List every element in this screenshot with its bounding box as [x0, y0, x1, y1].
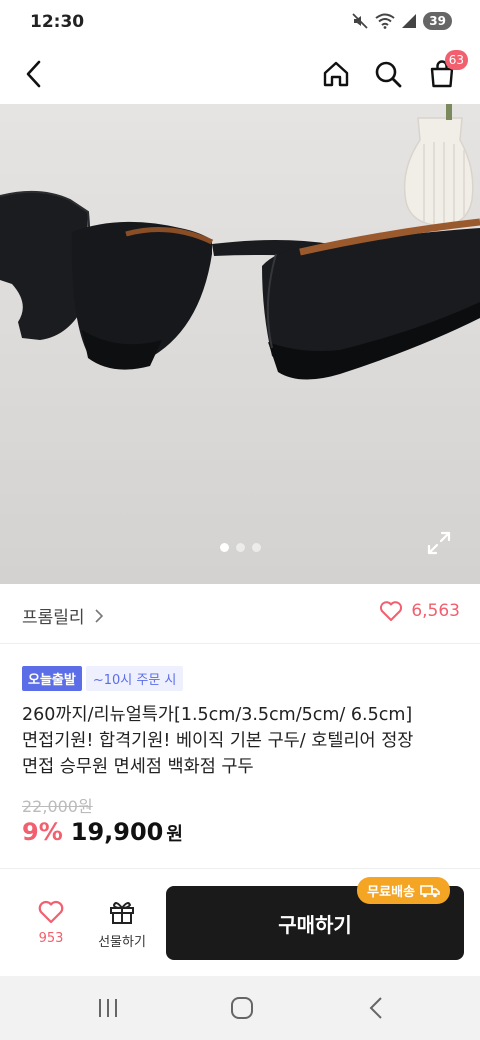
back-arrow-icon: [26, 60, 41, 88]
system-nav-bar: [0, 976, 480, 1040]
pagination-dot[interactable]: [251, 543, 261, 552]
wishlist-count: 953: [38, 931, 64, 946]
signal-icon: [402, 14, 417, 28]
product-title: 260까지/리뉴얼특가[1.5cm/3.5cm/5cm/ 6.5cm] 면접기원…: [22, 702, 462, 780]
back-nav-icon: [369, 997, 382, 1019]
chevron-right-icon: [94, 608, 103, 623]
today-dispatch-badge: 오늘출발: [22, 666, 82, 691]
bottom-action-bar: 953 선물하기 구매하기 무료배송: [0, 868, 480, 976]
cart-button[interactable]: 63: [422, 50, 468, 94]
order-cutoff-badge: ~10시 주문 시: [85, 666, 184, 691]
battery-badge: 39: [423, 12, 452, 30]
mute-icon: [352, 13, 368, 29]
home-nav-button[interactable]: [226, 994, 258, 1022]
back-button[interactable]: [14, 54, 54, 94]
pagination-dot[interactable]: [235, 543, 245, 552]
free-shipping-badge: 무료배송: [357, 877, 450, 904]
status-bar: 12:30 39: [0, 0, 480, 46]
free-shipping-label: 무료배송: [367, 885, 415, 900]
original-price: 22,000원: [22, 797, 93, 816]
pagination-dot-active[interactable]: [219, 543, 229, 552]
status-time: 12:30: [30, 12, 85, 32]
seller-name: 프롬릴리: [22, 608, 85, 628]
header: 63: [0, 46, 480, 104]
truck-icon: [420, 884, 440, 897]
back-nav-button[interactable]: [360, 994, 392, 1022]
home-button[interactable]: [316, 54, 356, 94]
sale-price: 19,900: [70, 818, 164, 846]
heart-outline-icon: [38, 900, 64, 924]
wifi-icon: [375, 13, 395, 29]
seller-link[interactable]: 프롬릴리: [22, 603, 103, 628]
product-title-line: 260까지/리뉴얼특가[1.5cm/3.5cm/5cm/ 6.5cm]: [22, 705, 413, 725]
heart-outline-icon: [380, 601, 403, 621]
store-like-button[interactable]: 6,563: [379, 600, 460, 622]
search-icon: [375, 61, 402, 88]
product-title-line: 면접 승무원 면세점 백화점 구두: [22, 757, 254, 777]
buy-button-label: 구매하기: [278, 912, 352, 937]
cart-count-badge: 63: [444, 50, 468, 70]
wishlist-button[interactable]: 953: [20, 899, 82, 946]
currency-unit: 원: [166, 824, 183, 845]
delivery-badges: 오늘출발 ~10시 주문 시: [22, 666, 184, 691]
product-image[interactable]: [0, 104, 480, 584]
recent-apps-button[interactable]: [92, 994, 124, 1022]
store-like-count: 6,563: [411, 601, 460, 621]
gift-label: 선물하기: [98, 935, 146, 950]
expand-image-button[interactable]: [426, 530, 452, 556]
home-nav-icon: [231, 997, 253, 1019]
home-icon: [323, 61, 349, 87]
expand-icon: [427, 531, 451, 555]
product-photo: [0, 104, 480, 584]
price-row: 9% 19,900 원: [22, 818, 183, 846]
seller-row: 프롬릴리 6,563: [0, 584, 480, 644]
product-title-line: 면접기원! 합격기원! 베이직 기본 구두/ 호텔리어 정장: [22, 731, 414, 751]
status-icons: 39: [351, 12, 452, 30]
discount-rate: 9%: [22, 818, 63, 846]
gift-button[interactable]: 선물하기: [92, 899, 152, 950]
recent-apps-icon: [99, 999, 117, 1017]
image-pagination: [0, 543, 480, 552]
search-button[interactable]: [368, 54, 408, 94]
gift-icon: [110, 902, 134, 924]
